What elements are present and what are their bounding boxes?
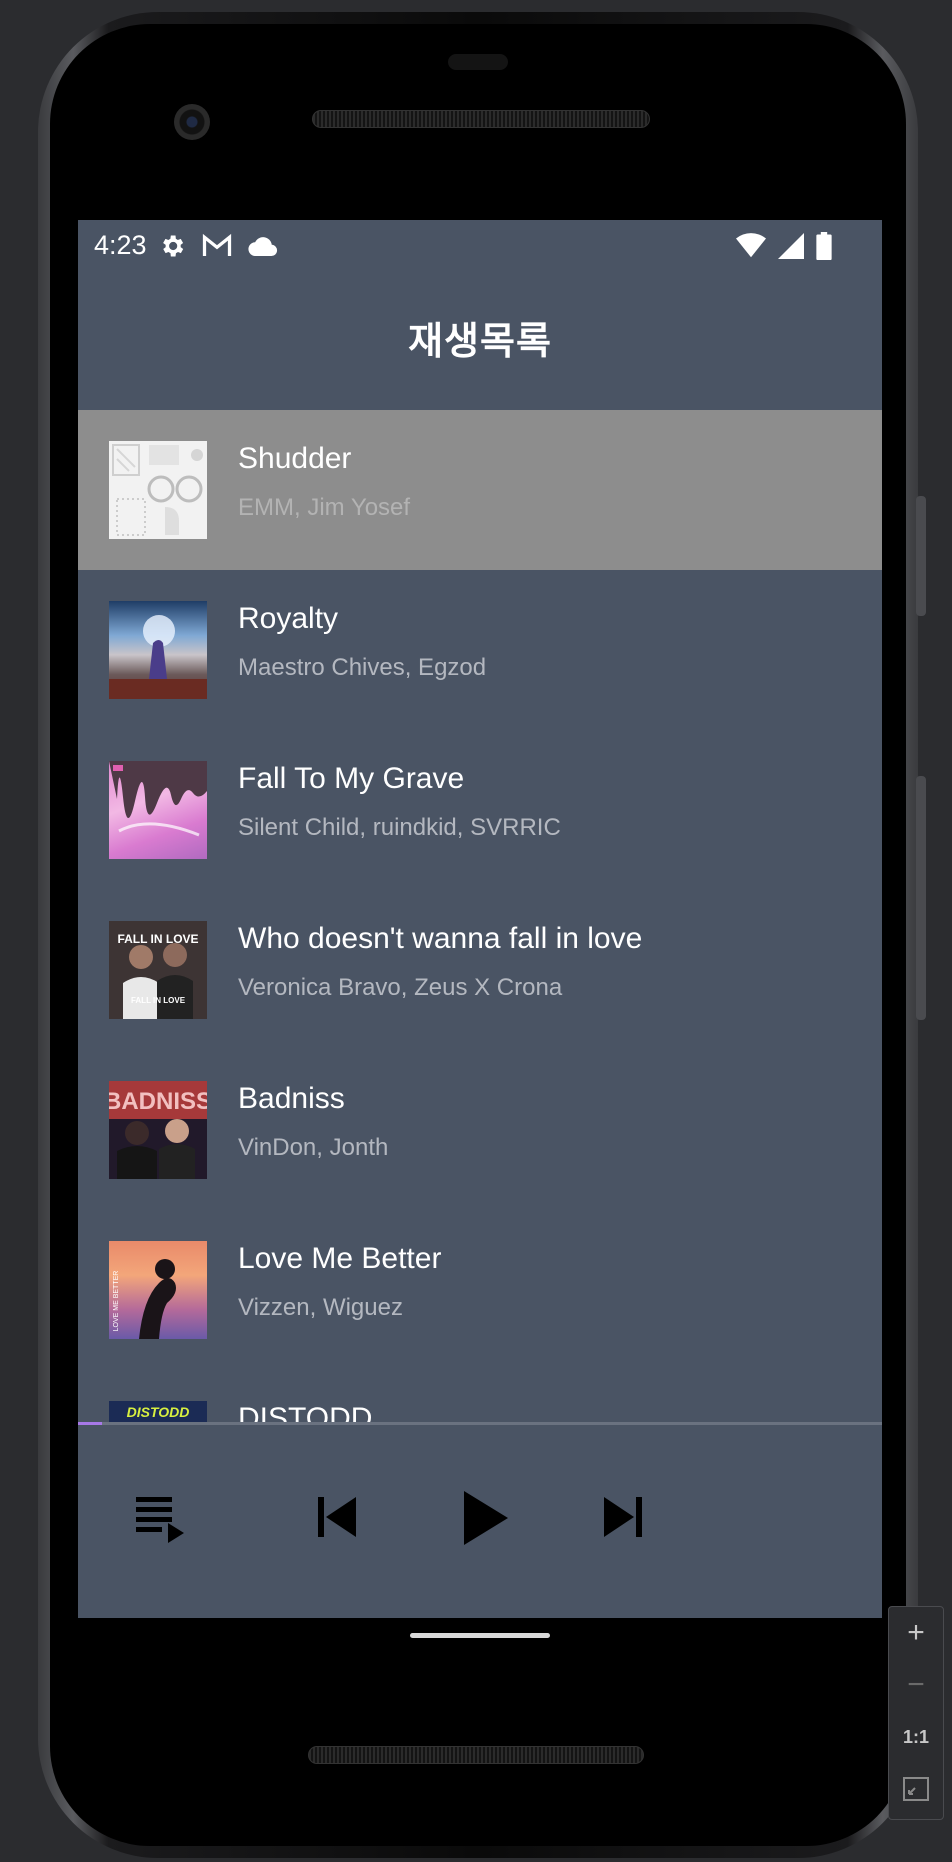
svg-text:FALL IN LOVE: FALL IN LOVE [131,996,186,1005]
track-title: Love Me Better [238,1242,442,1275]
cloud-icon [248,237,278,257]
playlist-item[interactable]: Shudder EMM, Jim Yosef [78,410,882,570]
zoom-out-label: − [907,1668,925,1701]
wifi-icon [736,233,766,258]
notification-icons [158,232,278,260]
zoom-in-button[interactable]: + [889,1607,943,1659]
track-artist: Vizzen, Wiguez [238,1294,403,1321]
album-art: FALL IN LOVE FALL IN LOVE [109,921,207,1019]
track-artist: Silent Child, ruindkid, SVRRIC [238,814,561,841]
front-camera [174,104,210,140]
signal-icon [778,233,804,259]
system-icons [736,232,832,260]
playlist-item[interactable]: Fall To My Grave Silent Child, ruindkid,… [78,730,882,890]
actual-size-label: 1:1 [902,1726,929,1747]
play-icon[interactable] [460,1489,510,1547]
gmail-icon [202,233,232,256]
album-art: LOVE ME BETTER [109,1241,207,1339]
fit-screen-icon [903,1777,929,1801]
battery-icon [816,232,832,260]
fit-screen-button[interactable] [889,1763,943,1815]
gear-icon [163,235,184,257]
skip-next-icon[interactable] [602,1495,646,1539]
skip-previous-icon[interactable] [314,1495,358,1539]
svg-text:DISTODD: DISTODD [127,1404,190,1420]
earpiece-speaker [312,110,650,128]
album-art [109,601,207,699]
album-art: BADNISS [109,1081,207,1179]
home-indicator[interactable] [410,1633,550,1638]
bottom-speaker [308,1746,644,1764]
app-screen: 4:23 재생목록 Shudder EMM, Jim Yosef Royalty… [78,220,882,1618]
playlist-item[interactable]: BADNISS Badniss VinDon, Jonth [78,1050,882,1210]
svg-text:FALL IN LOVE: FALL IN LOVE [117,932,198,946]
actual-size-button[interactable]: 1:1 [889,1711,943,1763]
player-controls [78,1422,882,1618]
album-art [109,441,207,539]
svg-text:BADNISS: BADNISS [109,1088,207,1115]
track-artist: Veronica Bravo, Zeus X Crona [238,974,563,1001]
proximity-sensor [448,54,508,70]
page-title: 재생목록 [408,319,552,363]
track-title: Who doesn't wanna fall in love [238,922,643,955]
emulator-zoom-panel: + − 1:1 [888,1606,944,1820]
volume-button [916,776,926,1020]
status-time: 4:23 [94,230,147,260]
zoom-in-label: + [907,1616,925,1649]
track-title: Royalty [238,602,339,635]
track-title: Fall To My Grave [238,762,465,795]
track-title: Badniss [238,1082,345,1115]
status-bar: 4:23 [78,220,882,276]
queue-icon[interactable] [134,1493,188,1543]
album-art [109,761,207,859]
track-title: Shudder [238,442,352,475]
track-artist: EMM, Jim Yosef [238,494,411,521]
progress-bar-fill[interactable] [78,1422,103,1425]
zoom-out-button[interactable]: − [889,1659,943,1711]
playlist-item[interactable]: LOVE ME BETTER Love Me Better Vizzen, Wi… [78,1210,882,1370]
track-artist: Maestro Chives, Egzod [238,654,487,681]
playlist-item[interactable]: FALL IN LOVE FALL IN LOVE Who doesn't wa… [78,890,882,1050]
power-button [916,496,926,616]
playlist-item[interactable]: Royalty Maestro Chives, Egzod [78,570,882,730]
svg-text:LOVE ME BETTER: LOVE ME BETTER [113,1271,120,1332]
track-artist: VinDon, Jonth [238,1134,389,1161]
